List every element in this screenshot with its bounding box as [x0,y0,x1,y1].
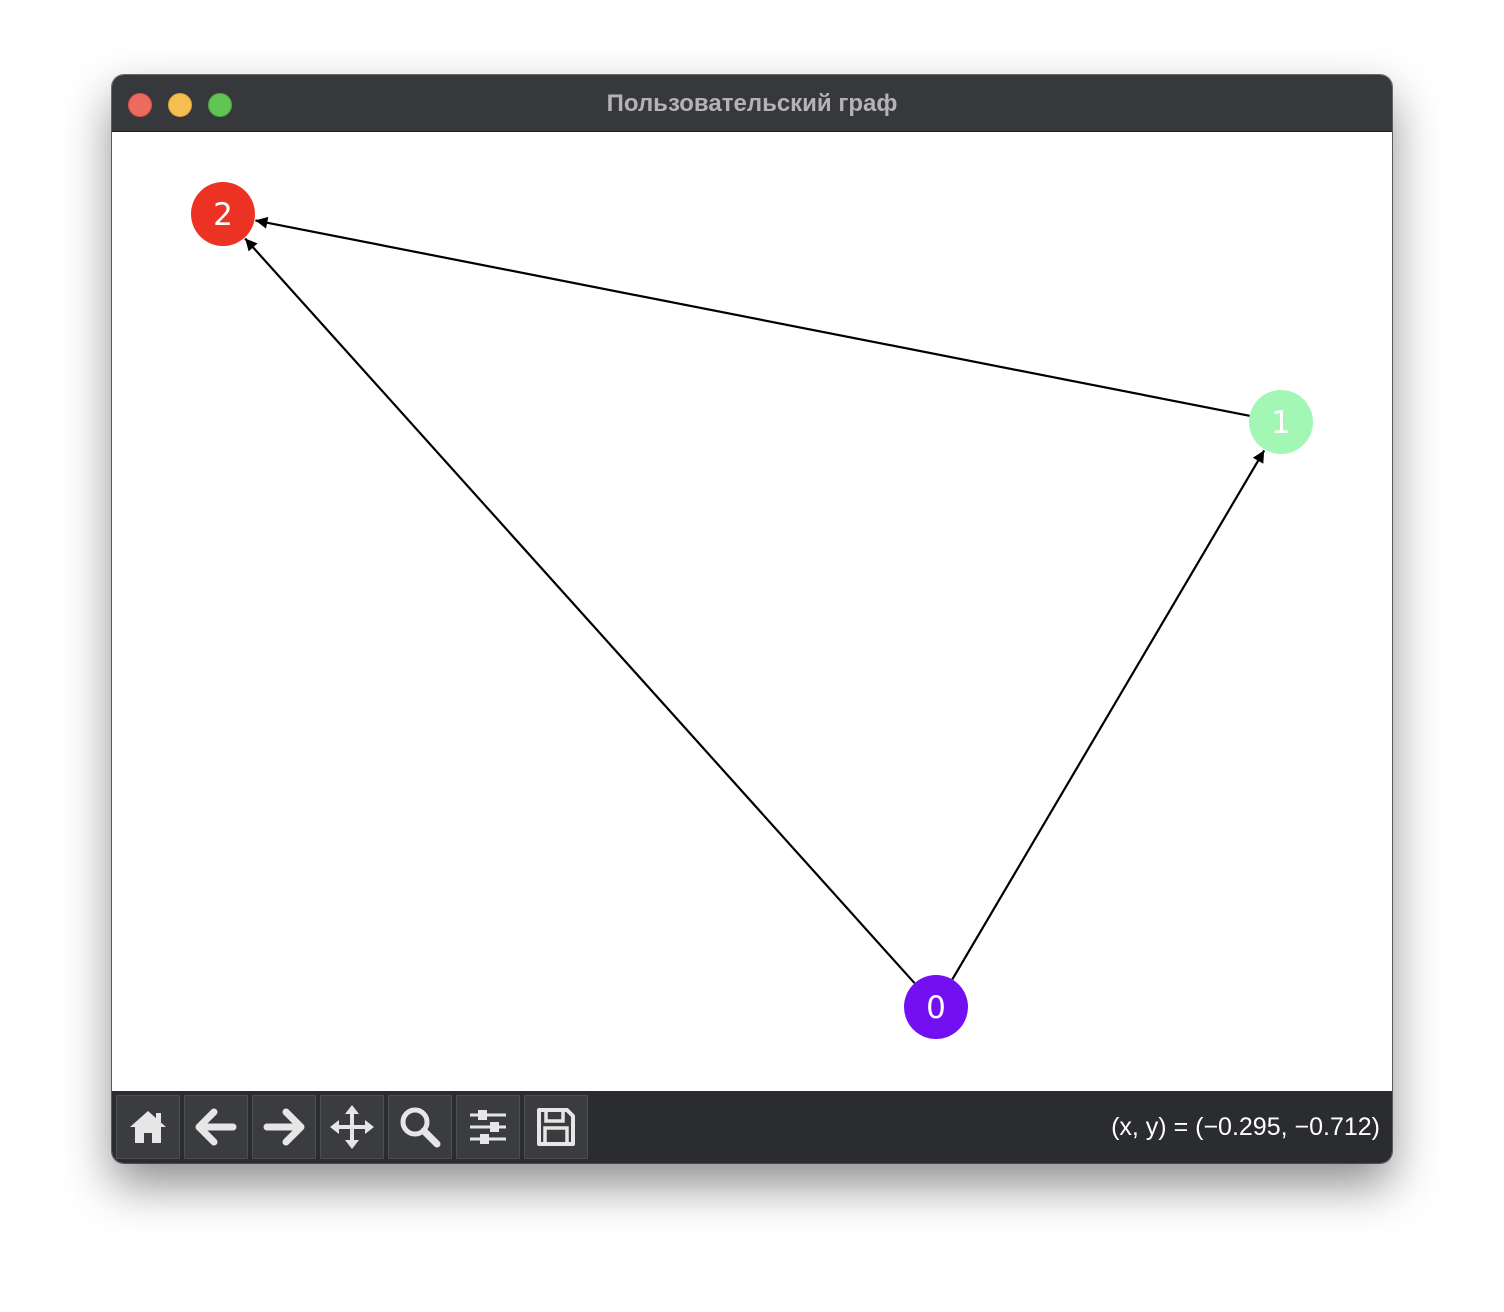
edge-1-2 [255,216,1250,417]
cursor-coordinates: (x, y) = (−0.295, −0.712) [1111,1113,1380,1141]
nodes-layer: 0 1 2 [191,182,1313,1039]
edge-0-1 [951,449,1266,980]
graph-plot: 0 1 2 [191,182,1313,1039]
sliders-icon [470,1110,506,1144]
node-0: 0 [904,975,968,1039]
app-window: Пользовательский граф 0 1 2 (x, y) = (−0.2… [112,75,1392,1163]
home-button[interactable] [116,1095,180,1159]
magnifier-icon [400,1107,441,1148]
edge-0-2 [244,237,916,984]
node-2: 2 [191,182,255,246]
back-button[interactable] [184,1095,248,1159]
forward-button[interactable] [252,1095,316,1159]
navigation-toolbar: (x, y) = (−0.295, −0.712) [112,1091,1392,1163]
pan-button[interactable] [320,1095,384,1159]
arrow-left-icon [195,1108,237,1146]
node-label-1: 1 [1271,405,1291,441]
edges-layer [244,216,1266,984]
zoom-button[interactable] [388,1095,452,1159]
title-bar[interactable]: Пользовательский граф [112,75,1392,132]
home-icon [130,1111,166,1143]
node-label-0: 0 [926,990,946,1026]
node-1: 1 [1249,390,1313,454]
arrow-right-icon [263,1108,305,1146]
graph-canvas[interactable]: 0 1 2 [112,132,1392,1091]
configure-subplots-button[interactable] [456,1095,520,1159]
save-button[interactable] [524,1095,588,1159]
window-title: Пользовательский граф [606,90,898,117]
node-label-2: 2 [213,197,233,233]
floppy-disk-icon [537,1108,575,1146]
move-icon [330,1105,374,1149]
